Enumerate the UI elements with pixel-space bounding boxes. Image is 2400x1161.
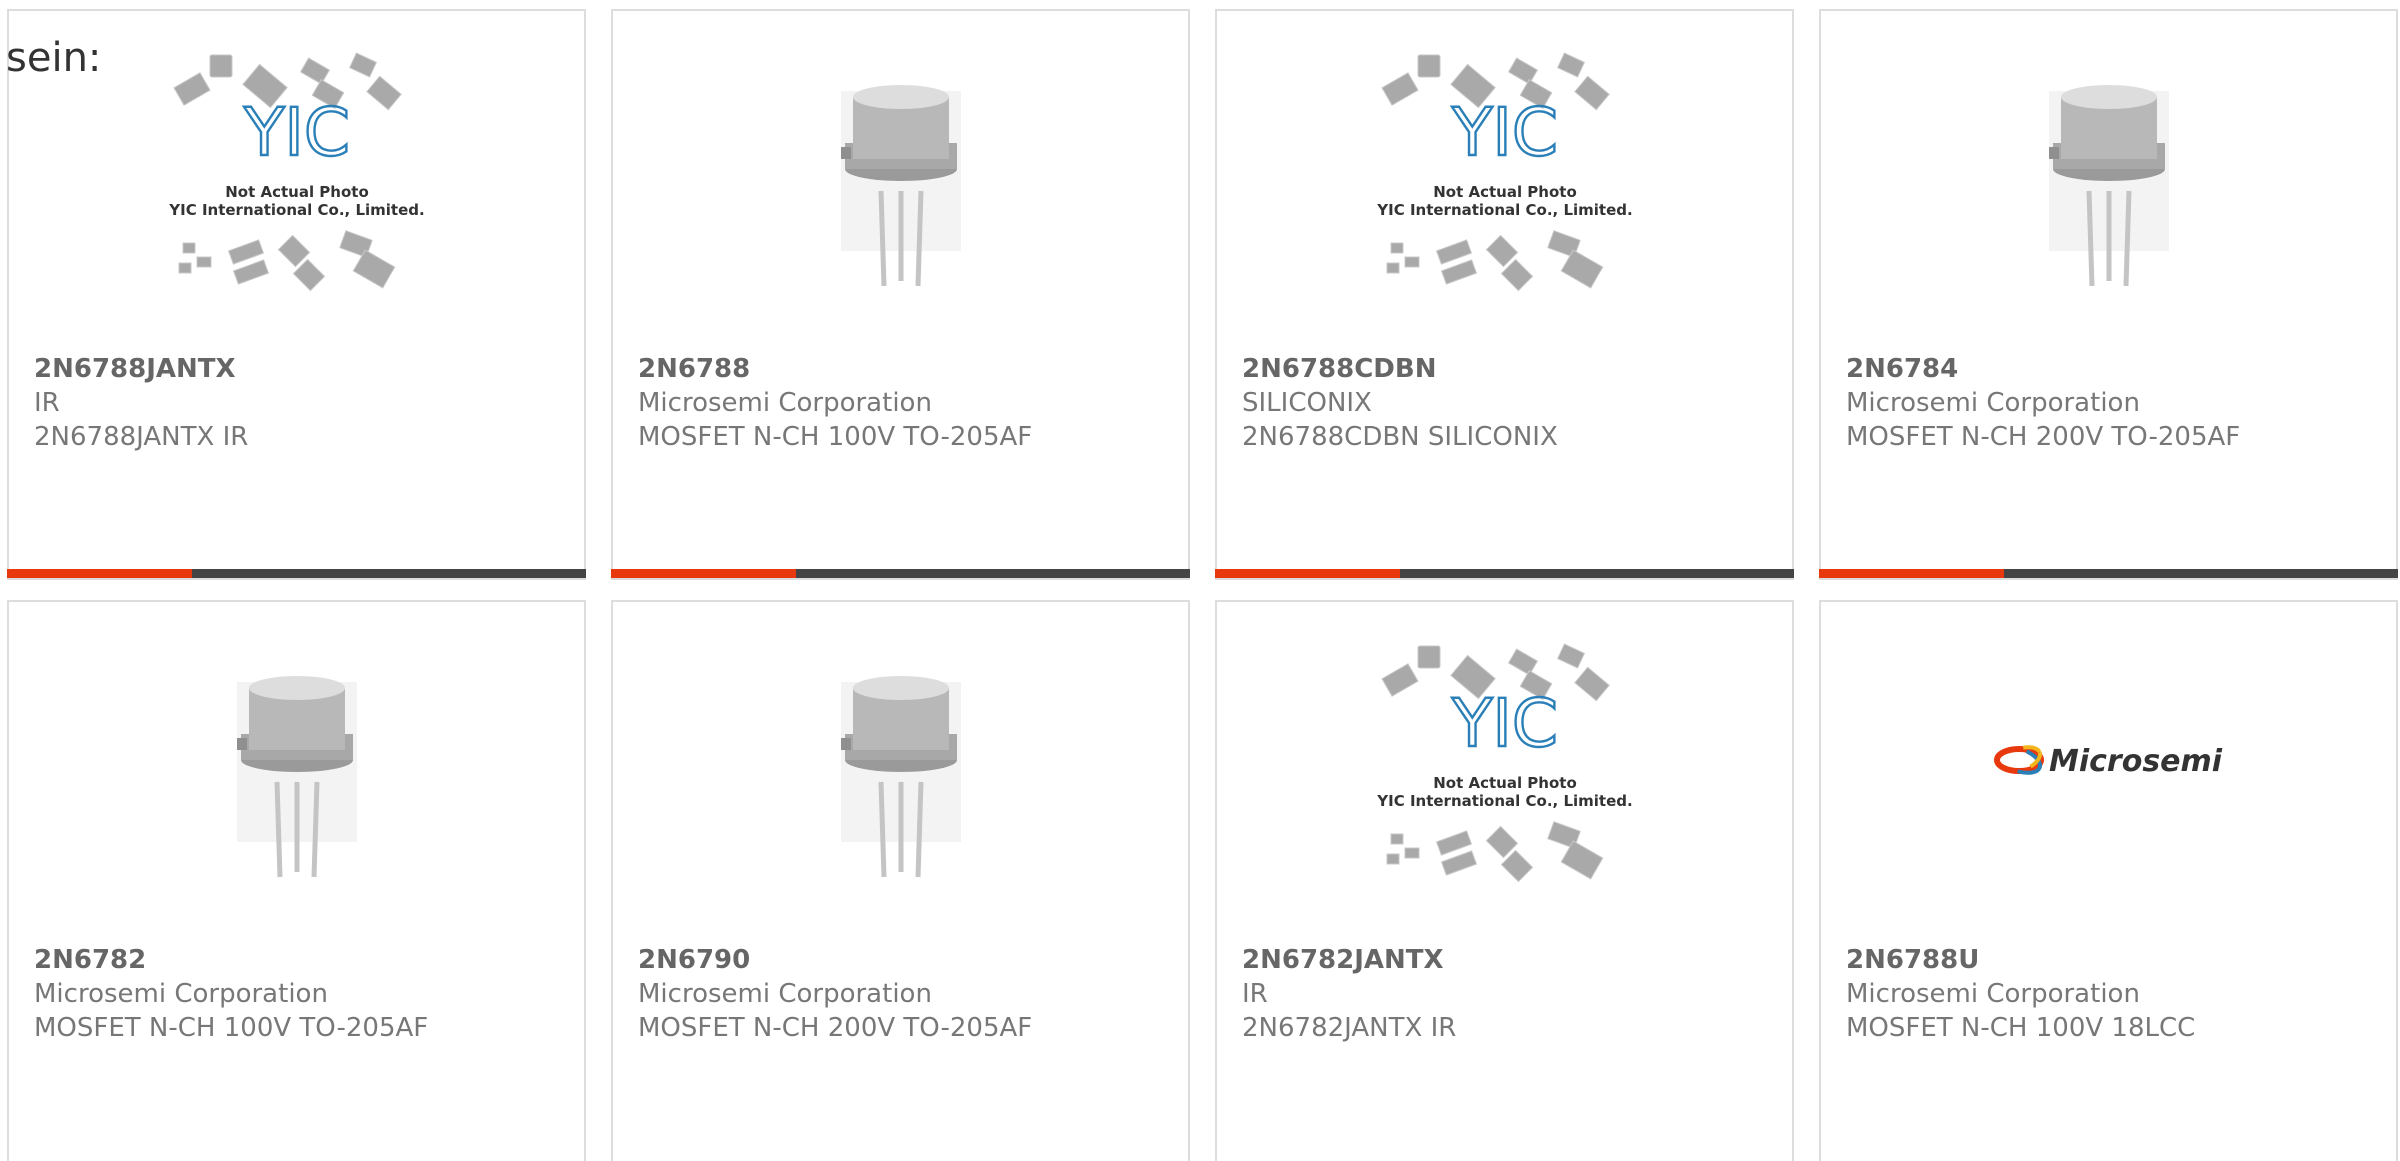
- part-number[interactable]: 2N6788CDBN: [1242, 352, 1780, 386]
- progress-fill: [1215, 569, 1401, 578]
- product-image: YIC Not Actual Photo YIC International C…: [9, 51, 584, 351]
- product-image: [613, 51, 1188, 351]
- description: MOSFET N-CH 200V TO-205AF: [1846, 422, 2241, 452]
- manufacturer: Microsemi Corporation: [1846, 979, 2140, 1009]
- svg-text:Microsemi: Microsemi: [2049, 744, 2223, 779]
- progress-bar: [1819, 569, 2398, 578]
- part-number[interactable]: 2N6788: [638, 352, 1176, 386]
- product-image: [613, 642, 1188, 942]
- svg-text:YIC International Co., Limited: YIC International Co., Limited.: [1376, 792, 1632, 810]
- to-205af-can-image: [840, 85, 961, 287]
- description: MOSFET N-CH 100V TO-205AF: [34, 1013, 429, 1043]
- manufacturer: Microsemi Corporation: [34, 979, 328, 1009]
- product-info: 2N6788CDBN SILICONIX 2N6788CDBN SILICONI…: [1242, 352, 1780, 454]
- product-image: [9, 642, 584, 942]
- svg-text:Not Actual Photo: Not Actual Photo: [1433, 183, 1577, 201]
- description: 2N6782JANTX IR: [1242, 1013, 1457, 1043]
- part-number[interactable]: 2N6788JANTX: [34, 352, 572, 386]
- microsemi-logo-image: Microsemi: [1993, 744, 2223, 779]
- product-info: 2N6788JANTX IR 2N6788JANTX IR: [34, 352, 572, 454]
- product-image: YIC Not Actual Photo YIC International C…: [1217, 51, 1792, 351]
- manufacturer: IR: [1242, 979, 1268, 1009]
- description: 2N6788JANTX IR: [34, 422, 249, 452]
- manufacturer: IR: [34, 388, 60, 418]
- manufacturer: Microsemi Corporation: [1846, 388, 2140, 418]
- product-info: 2N6790 Microsemi Corporation MOSFET N-CH…: [638, 943, 1176, 1045]
- product-info: 2N6784 Microsemi Corporation MOSFET N-CH…: [1846, 352, 2384, 454]
- progress-fill: [611, 569, 797, 578]
- svg-text:YIC International Co., Limited: YIC International Co., Limited.: [1376, 201, 1632, 219]
- svg-text:Not Actual Photo: Not Actual Photo: [225, 183, 369, 201]
- yic-placeholder-image: YIC Not Actual Photo YIC International C…: [168, 52, 424, 292]
- product-card[interactable]: YIC Not Actual Photo YIC International C…: [7, 9, 586, 580]
- product-card[interactable]: 2N6784 Microsemi Corporation MOSFET N-CH…: [1819, 9, 2398, 580]
- progress-fill: [7, 569, 193, 578]
- manufacturer: Microsemi Corporation: [638, 388, 932, 418]
- product-grid-page: sein: YIC Not Actual Photo YIC Internati…: [0, 0, 2400, 1161]
- svg-text:YIC: YIC: [243, 94, 350, 171]
- part-number[interactable]: 2N6782JANTX: [1242, 943, 1780, 977]
- progress-bar: [1215, 569, 1794, 578]
- product-info: 2N6788 Microsemi Corporation MOSFET N-CH…: [638, 352, 1176, 454]
- to-205af-can-image: [236, 676, 357, 878]
- progress-bar: [7, 569, 586, 578]
- description: MOSFET N-CH 200V TO-205AF: [638, 1013, 1033, 1043]
- svg-text:YIC: YIC: [1451, 94, 1558, 171]
- to-205af-can-image: [2048, 85, 2169, 287]
- svg-text:YIC: YIC: [1451, 685, 1558, 762]
- yic-placeholder-image: YIC Not Actual Photo YIC International C…: [1376, 52, 1632, 292]
- description: MOSFET N-CH 100V TO-205AF: [638, 422, 1033, 452]
- svg-text:Not Actual Photo: Not Actual Photo: [1433, 774, 1577, 792]
- product-card[interactable]: YIC Not Actual Photo YIC International C…: [1215, 9, 1794, 580]
- svg-text:YIC International Co., Limited: YIC International Co., Limited.: [168, 201, 424, 219]
- description: 2N6788CDBN SILICONIX: [1242, 422, 1558, 452]
- product-image: Microsemi: [1821, 642, 2396, 942]
- part-number[interactable]: 2N6784: [1846, 352, 2384, 386]
- product-card[interactable]: 2N6782 Microsemi Corporation MOSFET N-CH…: [7, 600, 586, 1161]
- part-number[interactable]: 2N6790: [638, 943, 1176, 977]
- product-info: 2N6782 Microsemi Corporation MOSFET N-CH…: [34, 943, 572, 1045]
- product-card[interactable]: 2N6790 Microsemi Corporation MOSFET N-CH…: [611, 600, 1190, 1161]
- product-card[interactable]: 2N6788 Microsemi Corporation MOSFET N-CH…: [611, 9, 1190, 580]
- manufacturer: SILICONIX: [1242, 388, 1372, 418]
- product-card[interactable]: YIC Not Actual Photo YIC International C…: [1215, 600, 1794, 1161]
- progress-fill: [1819, 569, 2005, 578]
- manufacturer: Microsemi Corporation: [638, 979, 932, 1009]
- product-info: 2N6782JANTX IR 2N6782JANTX IR: [1242, 943, 1780, 1045]
- yic-placeholder-image: YIC Not Actual Photo YIC International C…: [1376, 643, 1632, 883]
- section-heading: sein:: [6, 35, 102, 81]
- part-number[interactable]: 2N6788U: [1846, 943, 2384, 977]
- description: MOSFET N-CH 100V 18LCC: [1846, 1013, 2196, 1043]
- product-image: YIC Not Actual Photo YIC International C…: [1217, 642, 1792, 942]
- part-number[interactable]: 2N6782: [34, 943, 572, 977]
- product-image: [1821, 51, 2396, 351]
- to-205af-can-image: [840, 676, 961, 878]
- product-card[interactable]: Microsemi 2N6788U Microsemi Corporation …: [1819, 600, 2398, 1161]
- product-info: 2N6788U Microsemi Corporation MOSFET N-C…: [1846, 943, 2384, 1045]
- progress-bar: [611, 569, 1190, 578]
